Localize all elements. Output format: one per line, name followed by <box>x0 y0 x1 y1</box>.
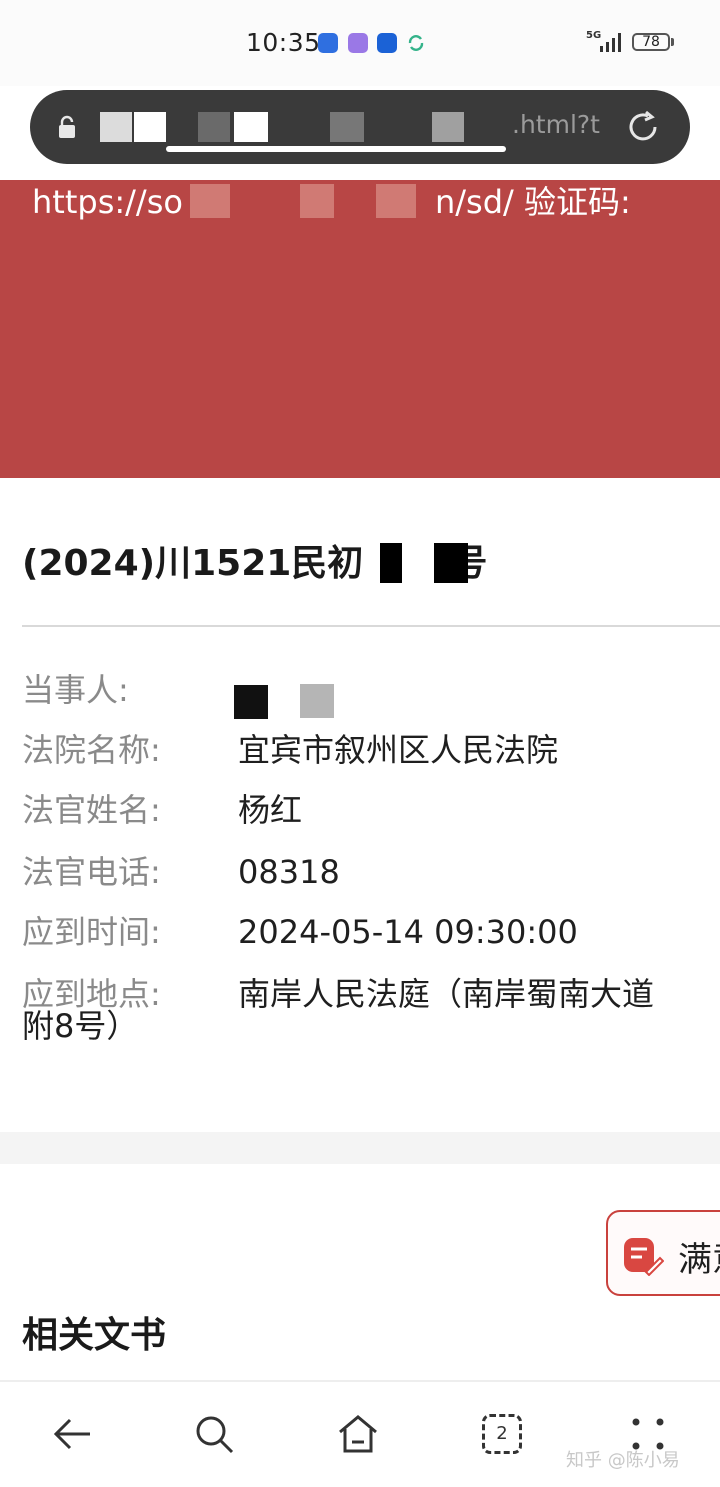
url-redaction <box>198 112 230 142</box>
url-redaction <box>432 112 464 142</box>
field-label: 当事人: <box>22 671 129 709</box>
browser-bottom-nav: 2 知乎 @陈小易 <box>0 1380 720 1487</box>
banner-url-prefix: https://so <box>32 183 183 221</box>
tab-count: 2 <box>496 1423 508 1444</box>
case-number-redaction <box>402 542 434 582</box>
lock-icon[interactable] <box>56 115 78 139</box>
location-continuation: 附8号） <box>22 1007 139 1045</box>
field-value: 2024-05-14 09:30:00 <box>238 913 578 951</box>
field-value[interactable]: 08318 <box>238 852 340 892</box>
back-arrow-icon[interactable] <box>50 1412 94 1456</box>
browser-app-icon <box>318 33 338 53</box>
url-redaction <box>330 112 364 142</box>
url-redaction <box>300 184 334 218</box>
field-label: 应到时间: <box>22 913 161 951</box>
tabs-icon[interactable]: 2 <box>482 1414 522 1454</box>
section-separator <box>0 1132 720 1164</box>
satisfaction-label: 满意 <box>678 1240 720 1280</box>
bulb-app-icon <box>377 33 397 53</box>
reload-icon[interactable] <box>624 108 662 146</box>
assistant-app-icon <box>348 33 368 53</box>
address-bar[interactable]: .html?t <box>30 90 690 164</box>
field-value: 宜宾市叙州区人民法院 <box>238 731 559 769</box>
case-number-redaction <box>434 543 468 583</box>
field-label: 法院名称: <box>22 731 161 769</box>
field-value: 南岸人民法庭（南岸蜀南大道 <box>238 975 655 1013</box>
related-documents-title: 相关文书 <box>22 1315 167 1356</box>
url-redaction <box>190 184 230 218</box>
url-redaction <box>166 146 506 152</box>
verification-code-label: 验证码: <box>523 183 631 221</box>
edit-note-icon <box>624 1238 664 1276</box>
search-icon[interactable] <box>192 1412 236 1456</box>
notice-banner: https://so n/sd/ 验证码: <box>0 180 720 478</box>
field-value: 杨红 <box>238 791 303 829</box>
signal-strength-icon <box>600 33 621 52</box>
case-number-redaction <box>380 543 402 583</box>
party-redaction <box>234 685 268 719</box>
case-number-prefix: (2024)川1521民初 <box>22 543 364 584</box>
field-label: 法官姓名: <box>22 791 161 829</box>
party-redaction <box>300 684 334 718</box>
status-bar: 10:35 5G 78 <box>0 0 720 86</box>
home-icon[interactable] <box>336 1412 380 1456</box>
battery-indicator: 78 <box>632 33 670 51</box>
satisfaction-button[interactable]: 满意 <box>606 1210 720 1296</box>
url-redaction <box>376 184 416 218</box>
watermark: 知乎 @陈小易 <box>566 1450 680 1471</box>
url-redaction <box>100 112 132 142</box>
phone-redaction <box>338 852 468 892</box>
sync-icon <box>408 35 424 51</box>
divider <box>22 625 720 627</box>
url-text[interactable]: .html?t <box>512 110 600 139</box>
battery-tip <box>671 38 674 46</box>
url-redaction <box>234 112 268 142</box>
url-redaction <box>134 112 166 142</box>
banner-url-middle: n/sd/ <box>434 183 514 221</box>
field-label: 法官电话: <box>22 853 161 891</box>
clock: 10:35 <box>246 28 321 57</box>
